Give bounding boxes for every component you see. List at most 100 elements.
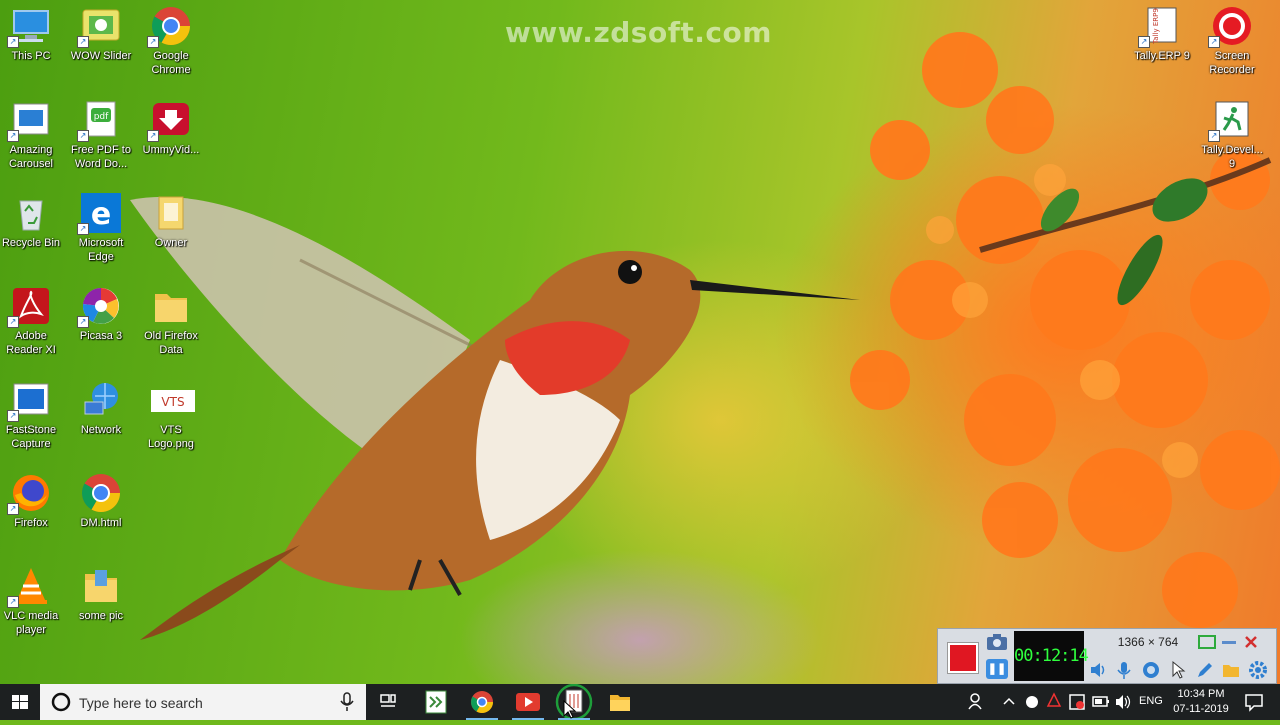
icon-label: Microsoft Edge [78,237,124,263]
folder-icon [151,286,191,326]
icon-label: Old Firefox Data [144,330,198,356]
desktop-icon-wow-slider[interactable]: ↗ WOW Slider [66,6,136,63]
icon-label: DM.html [80,517,122,529]
taskbar-file-explorer[interactable] [598,684,642,720]
record-timer: 00:12:14 [1014,631,1089,681]
taskbar-tally[interactable] [414,684,458,720]
chrome-taskbar-icon [471,691,493,713]
clock-time: 10:34 PM [1177,688,1225,700]
icon-label: VTS Logo.png [148,424,194,450]
desktop-icon-microsoft-edge[interactable]: e ↗ Microsoft Edge [66,193,136,264]
webcam-icon[interactable] [1141,660,1161,680]
close-icon[interactable] [1242,635,1260,649]
watermark-text: www.zdsoft.com [505,16,772,49]
wow-slider-icon: ↗ [77,6,121,48]
desktop-icon-some-pic[interactable]: some pic [66,566,136,623]
cortana-icon [51,692,71,712]
show-hidden-icons-chevron-icon[interactable] [1002,684,1016,720]
desktop-icon-old-firefox-data[interactable]: Old Firefox Data [136,286,206,357]
desktop-icon-vlc[interactable]: ↗ VLC media player [0,566,66,637]
desktop-icon-tally-erp[interactable]: Tally ERP9 ↗ Tally.ERP 9 [1127,6,1197,63]
minimize-icon[interactable] [1220,635,1238,649]
microphone-icon[interactable] [340,692,354,712]
desktop-icon-faststone-capture[interactable]: ↗ FastStone Capture [0,380,66,451]
action-center-icon[interactable] [1244,684,1264,720]
volume-icon[interactable] [1114,684,1132,720]
task-view-icon [380,694,396,707]
icon-label: Tally.ERP 9 [1134,50,1190,62]
desktop-icon-adobe-reader[interactable]: ↗ Adobe Reader XI [0,286,66,357]
icon-label: Google Chrome [151,50,191,76]
recycle-bin-icon [11,193,51,233]
icon-label: Firefox [14,517,48,529]
file-explorer-icon [610,695,630,711]
antivirus-tray-icon[interactable] [1046,684,1064,720]
tally-badge-text: Tally ERP9 [1152,8,1160,45]
speaker-icon[interactable] [1088,660,1108,680]
desktop-icon-network[interactable]: Network [66,380,136,437]
firefox-icon: ↗ [7,473,51,515]
owner-folder-icon [151,193,191,233]
svg-text:e: e [91,197,111,232]
camera-icon[interactable] [986,633,1008,651]
desktop-icon-picasa[interactable]: ↗ Picasa 3 [66,286,136,343]
icon-label: This PC [11,50,51,62]
pause-button[interactable]: ❚❚ [986,659,1008,679]
taskbar-chrome[interactable] [460,684,504,720]
taskbar-search-box[interactable]: Type here to search [40,684,366,720]
stop-record-button[interactable] [948,643,978,673]
desktop-icon-amazing-carousel[interactable]: ↗ Amazing Carousel [0,100,66,171]
settings-gear-icon[interactable] [1248,660,1268,680]
desktop-icon-free-pdf-to-word[interactable]: pdf ↗ Free PDF to Word Do... [66,100,136,171]
vlc-icon: ↗ [7,566,51,608]
icon-label: Owner [154,237,188,249]
tally-developer-icon: ↗ [1208,100,1252,142]
ummy-video-icon: ↗ [147,100,191,142]
windows-logo-icon [12,695,28,709]
desktop-icon-owner[interactable]: Owner [136,193,206,250]
desktop-icon-screen-recorder[interactable]: ↗ Screen Recorder [1197,6,1267,77]
security-tray-icon[interactable] [1068,684,1086,720]
amazing-carousel-icon: ↗ [7,100,51,142]
edge-icon: e ↗ [77,193,121,235]
vts-logo-icon: VTS [151,380,195,420]
taskbar-recorder[interactable] [506,684,550,720]
taskbar-clock[interactable]: 10:34 PM 07-11-2019 [1166,687,1236,717]
desktop-icon-recycle-bin[interactable]: Recycle Bin [0,193,66,250]
picasa-icon: ↗ [77,286,121,328]
recorder-tray-icon[interactable] [1024,684,1040,720]
desktop-icon-tally-developer[interactable]: ↗ Tally.Devel... 9 [1197,100,1267,171]
search-placeholder: Type here to search [79,695,203,711]
desktop-icon-this-pc[interactable]: ↗ This PC [0,6,66,63]
icon-label: Amazing Carousel [8,144,54,170]
window-region-icon[interactable] [1198,635,1216,649]
desktop-icon-firefox[interactable]: ↗ Firefox [0,473,66,530]
screen-recorder-toolbar: ❚❚ 00:12:14 1366 × 764 [937,628,1277,684]
icon-label: Network [80,424,122,436]
icon-label: Recycle Bin [1,237,61,249]
task-view-button[interactable] [366,684,410,720]
folder-open-icon[interactable] [1221,660,1241,680]
tally-erp-icon: Tally ERP9 ↗ [1138,6,1182,48]
this-pc-icon: ↗ [7,6,51,48]
battery-icon[interactable] [1092,684,1110,720]
language-indicator[interactable]: ENG [1139,695,1163,707]
people-icon[interactable] [966,684,986,720]
cursor-icon[interactable] [1168,660,1188,680]
vts-logo-text: VTS [161,395,184,409]
desktop-icon-vts-logo[interactable]: VTS VTS Logo.png [136,380,206,451]
microphone-icon[interactable] [1114,660,1134,680]
icon-label: Tally.Devel... 9 [1201,144,1263,170]
chrome-icon: ↗ [147,6,191,48]
chrome-html-icon [81,473,121,513]
taskbar: Type here to search ENG 10:34 PM 07-11-2… [0,683,1280,721]
desktop-icon-dm-html[interactable]: DM.html [66,473,136,530]
faststone-icon: ↗ [7,380,51,422]
screen-recorder-icon: ↗ [1208,6,1252,48]
desktop-icon-ummy-video[interactable]: ↗ UmmyVid... [136,100,206,157]
pen-icon[interactable] [1195,660,1215,680]
start-button[interactable] [0,684,40,720]
desktop-icon-google-chrome[interactable]: ↗ Google Chrome [136,6,206,77]
icon-label: UmmyVid... [142,144,200,156]
icon-label: Picasa 3 [79,330,123,342]
